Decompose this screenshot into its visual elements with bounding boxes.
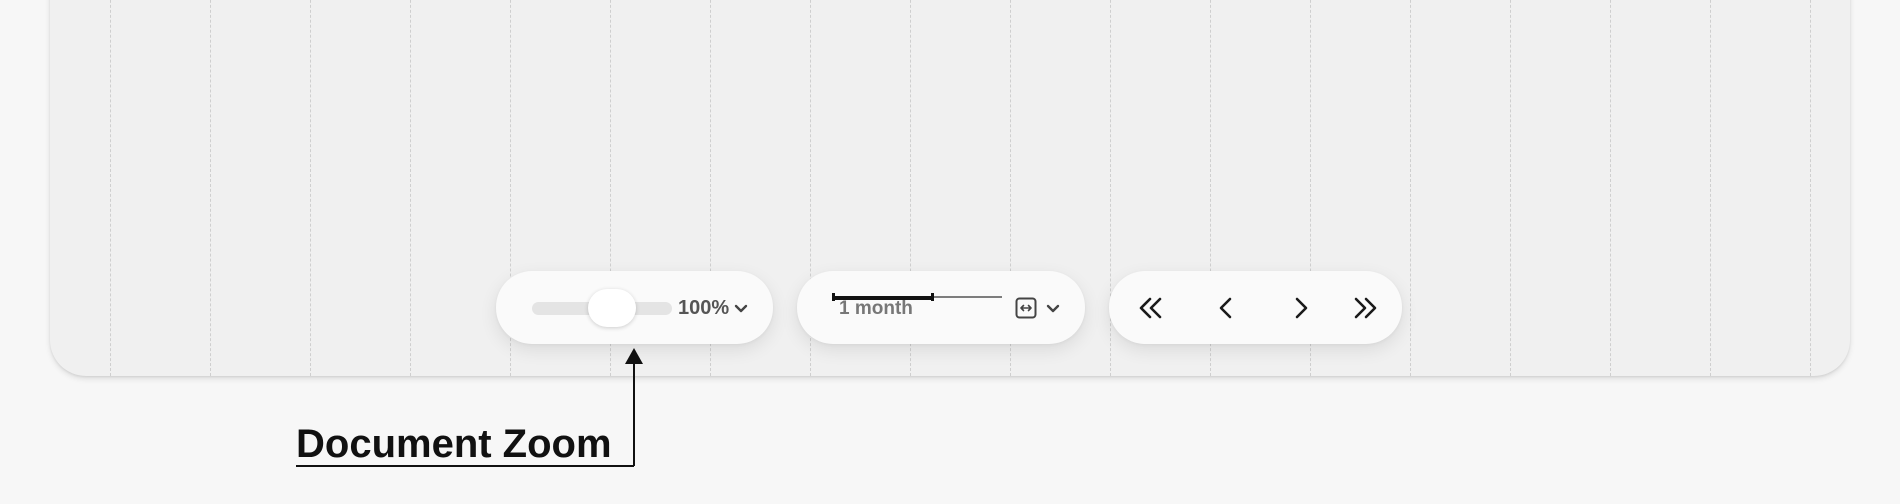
fit-width-button[interactable] <box>1015 294 1061 322</box>
grid-line <box>1810 0 1811 376</box>
grid-line <box>310 0 311 376</box>
grid-line <box>1710 0 1711 376</box>
next-button[interactable] <box>1281 289 1321 327</box>
double-chevron-right-icon <box>1354 297 1377 319</box>
time-scale-group: 1 month <box>797 271 1085 344</box>
grid-line <box>1410 0 1411 376</box>
last-button[interactable] <box>1345 289 1385 327</box>
callout-label: Document Zoom <box>296 422 612 466</box>
first-button[interactable] <box>1131 289 1171 327</box>
grid-line <box>1510 0 1511 376</box>
grid-line <box>210 0 211 376</box>
grid-line <box>1610 0 1611 376</box>
zoom-value: 100% <box>678 296 730 319</box>
previous-button[interactable] <box>1206 289 1246 327</box>
grid-line <box>410 0 411 376</box>
scale-label: 1 month <box>839 298 913 319</box>
zoom-slider-thumb[interactable] <box>588 289 636 327</box>
chevron-left-icon <box>1219 297 1232 319</box>
fit-width-icon <box>1015 297 1037 319</box>
chevron-down-icon <box>734 304 748 313</box>
zoom-dropdown[interactable]: 100% <box>678 291 749 325</box>
double-chevron-left-icon <box>1139 297 1162 319</box>
zoom-slider[interactable] <box>532 289 672 327</box>
grid-line <box>110 0 111 376</box>
zoom-control-group: 100% <box>496 271 773 344</box>
navigation-group <box>1109 271 1402 344</box>
chevron-down-icon <box>1046 304 1060 313</box>
chevron-right-icon <box>1295 297 1308 319</box>
